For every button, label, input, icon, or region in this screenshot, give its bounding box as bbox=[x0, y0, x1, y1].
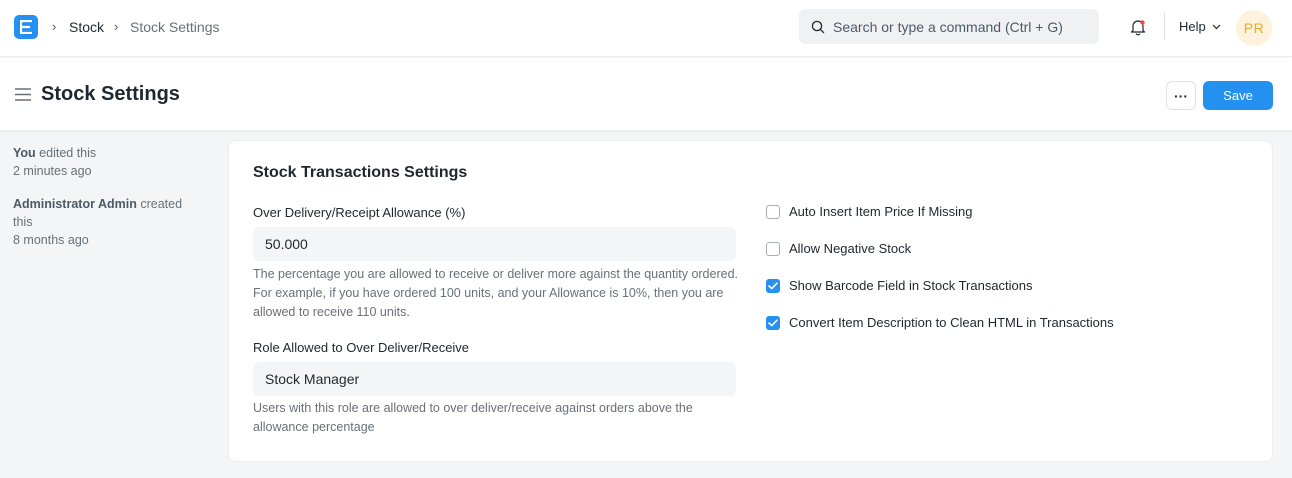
checkbox-label: Convert Item Description to Clean HTML i… bbox=[789, 315, 1114, 330]
help-dropdown[interactable]: Help bbox=[1179, 19, 1221, 34]
section-title: Stock Transactions Settings bbox=[253, 164, 468, 181]
search-input[interactable] bbox=[833, 18, 1093, 35]
checkbox-label: Allow Negative Stock bbox=[789, 241, 912, 256]
save-button[interactable]: Save bbox=[1203, 81, 1273, 110]
sidebar-toggle-icon[interactable] bbox=[15, 88, 31, 101]
avatar[interactable]: PR bbox=[1236, 10, 1272, 46]
role-allowed-field[interactable] bbox=[253, 362, 736, 396]
convert-description-html-checkbox[interactable]: Convert Item Description to Clean HTML i… bbox=[766, 315, 1114, 330]
over-delivery-field[interactable] bbox=[253, 227, 736, 261]
chevron-right-icon: › bbox=[52, 19, 57, 34]
form-section-card: Stock Transactions Settings Over Deliver… bbox=[228, 140, 1273, 462]
over-delivery-description: The percentage you are allowed to receiv… bbox=[253, 267, 739, 319]
notification-bell-icon[interactable] bbox=[1129, 18, 1147, 36]
check-icon bbox=[768, 281, 778, 289]
activity-action: edited this bbox=[35, 146, 97, 160]
show-barcode-field-checkbox[interactable]: Show Barcode Field in Stock Transactions bbox=[766, 278, 1033, 293]
navbar: › Stock › Stock Settings Help PR bbox=[0, 0, 1292, 57]
activity-actor[interactable]: Administrator Admin bbox=[13, 197, 137, 211]
checkbox-box[interactable] bbox=[766, 278, 780, 293]
chevron-down-icon bbox=[1212, 24, 1221, 29]
app-logo-icon[interactable] bbox=[14, 15, 38, 39]
help-label: Help bbox=[1179, 19, 1206, 34]
page-header: Stock Settings ··· Save bbox=[0, 58, 1292, 131]
checkbox-box[interactable] bbox=[766, 241, 780, 256]
checkbox-box[interactable] bbox=[766, 204, 780, 219]
check-icon bbox=[768, 318, 778, 326]
search-icon bbox=[811, 20, 825, 33]
activity-created: Administrator Admin created this 8 month… bbox=[13, 195, 203, 249]
activity-edited: You edited this 2 minutes ago bbox=[13, 144, 203, 180]
navbar-divider bbox=[1164, 13, 1165, 40]
auto-insert-price-checkbox[interactable]: Auto Insert Item Price If Missing bbox=[766, 204, 973, 219]
breadcrumb-stock-settings[interactable]: Stock Settings bbox=[130, 19, 220, 35]
checkbox-label: Show Barcode Field in Stock Transactions bbox=[789, 278, 1033, 293]
breadcrumb-stock[interactable]: Stock bbox=[69, 19, 104, 35]
checkbox-box[interactable] bbox=[766, 315, 780, 330]
activity-actor[interactable]: You bbox=[13, 146, 36, 160]
search-bar[interactable] bbox=[799, 9, 1099, 44]
more-actions-button[interactable]: ··· bbox=[1166, 81, 1196, 110]
chevron-right-icon: › bbox=[114, 19, 119, 34]
over-delivery-label: Over Delivery/Receipt Allowance (%) bbox=[253, 205, 466, 220]
page-title: Stock Settings bbox=[41, 83, 180, 105]
activity-time: 8 months ago bbox=[13, 233, 89, 247]
checkbox-label: Auto Insert Item Price If Missing bbox=[789, 204, 973, 219]
allow-negative-stock-checkbox[interactable]: Allow Negative Stock bbox=[766, 241, 911, 256]
role-allowed-label: Role Allowed to Over Deliver/Receive bbox=[253, 340, 470, 355]
activity-time: 2 minutes ago bbox=[13, 164, 92, 178]
role-allowed-description: Users with this role are allowed to over… bbox=[253, 401, 693, 434]
